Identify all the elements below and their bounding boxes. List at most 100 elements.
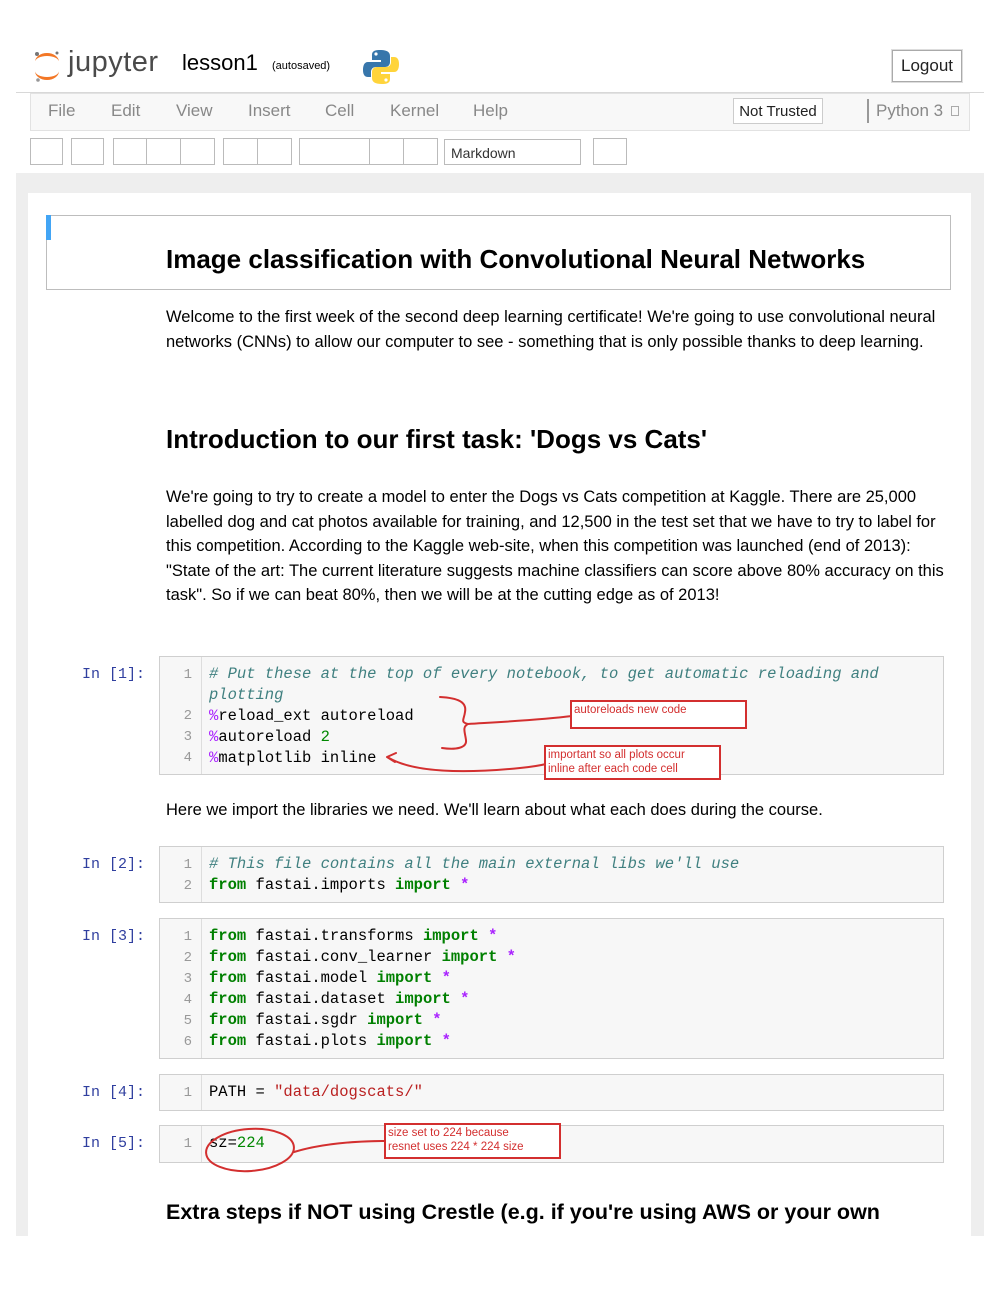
cell-3-prompt: In [3]: — [82, 928, 146, 945]
line-number: 1 — [183, 1085, 192, 1101]
logout-button[interactable]: Logout — [892, 50, 962, 82]
code-line: from fastai.conv_learner import * — [209, 948, 516, 966]
magic-prefix: % — [209, 749, 219, 767]
notebook-name[interactable]: lesson1 — [182, 50, 258, 76]
keyword: from — [209, 948, 247, 966]
code-number: 224 — [236, 1134, 265, 1152]
keyword: import — [367, 1011, 423, 1029]
jupyter-logo-icon[interactable] — [32, 49, 62, 83]
gutter-divider — [201, 847, 202, 902]
extra-steps-heading: Extra steps if NOT using Crestle (e.g. i… — [166, 1200, 880, 1224]
line-number: 1 — [183, 857, 192, 873]
code-line: from fastai.dataset import * — [209, 990, 469, 1008]
code-line: %matplotlib inline — [209, 749, 376, 767]
code-line: PATH = "data/dogscats/" — [209, 1083, 423, 1101]
keyword: from — [209, 927, 247, 945]
line-number: 2 — [183, 878, 192, 894]
jupyter-logo-text[interactable]: jupyter — [68, 46, 159, 79]
python-logo-icon — [363, 50, 399, 84]
keyword: import — [395, 876, 451, 894]
menu-help[interactable]: Help — [473, 101, 508, 121]
keyword: import — [441, 948, 498, 966]
kernel-status-indicator — [951, 106, 959, 116]
notebook-title: Image classification with Convolutional … — [166, 244, 866, 274]
kernel-name[interactable]: Python 3 — [876, 101, 943, 121]
menu-cell[interactable]: Cell — [325, 101, 354, 121]
annotation-size: size set to 224 because resnet uses 224 *… — [384, 1123, 561, 1159]
cell-1-prompt: In [1]: — [82, 666, 146, 683]
autosave-status: (autosaved) — [272, 60, 331, 72]
gutter-divider — [201, 919, 202, 1058]
copy-button[interactable] — [146, 138, 181, 165]
code-text: fastai.sgdr — [246, 1011, 368, 1029]
restart-button[interactable] — [403, 138, 438, 165]
code-line: from fastai.model import * — [209, 969, 451, 987]
code-comment: plotting — [209, 686, 284, 704]
line-number: 2 — [183, 950, 192, 966]
line-number: 3 — [183, 971, 192, 987]
menu-edit[interactable]: Edit — [111, 101, 140, 121]
code-text: matplotlib inline — [218, 749, 377, 767]
line-number: 5 — [183, 1013, 192, 1029]
operator: * — [450, 990, 470, 1008]
magic-prefix: % — [209, 728, 219, 746]
keyword: import — [422, 927, 479, 945]
keyword: from — [209, 990, 247, 1008]
menu-kernel[interactable]: Kernel — [390, 101, 439, 121]
cell-5-prompt: In [5]: — [82, 1135, 146, 1152]
code-text: sz= — [209, 1134, 237, 1152]
menu-view[interactable]: View — [176, 101, 213, 121]
line-number: 6 — [183, 1034, 192, 1050]
code-text: fastai.conv_learner — [246, 948, 442, 966]
code-text: fastai.imports — [246, 876, 396, 894]
not-trusted-button[interactable]: Not Trusted — [733, 98, 823, 124]
insert-cell-button[interactable] — [71, 138, 104, 165]
code-text: fastai.plots — [246, 1032, 377, 1050]
operator: * — [432, 969, 451, 987]
code-line: from fastai.transforms import * — [209, 927, 497, 945]
task-paragraph: We're going to try to create a model to … — [166, 488, 944, 605]
annotation-text: resnet uses 224 * 224 size — [388, 1141, 524, 1153]
cell-type-select[interactable]: Markdown — [444, 139, 581, 165]
code-text: fastai.model — [246, 969, 377, 987]
annotation-text: inline after each code cell — [548, 763, 678, 775]
move-up-button[interactable] — [223, 138, 258, 165]
paste-button[interactable] — [180, 138, 215, 165]
save-button[interactable] — [30, 138, 63, 165]
cut-button[interactable] — [113, 138, 147, 165]
menu-file[interactable]: File — [48, 101, 75, 121]
keyword: import — [376, 1032, 433, 1050]
code-line: from fastai.sgdr import * — [209, 1011, 442, 1029]
gutter-divider — [201, 1126, 202, 1162]
operator: * — [422, 1011, 442, 1029]
magic-prefix: % — [209, 707, 219, 725]
kernel-separator — [867, 99, 869, 123]
move-down-button[interactable] — [257, 138, 292, 165]
code-text: fastai.transforms — [246, 927, 423, 945]
keyword: from — [209, 876, 247, 894]
cell-4-prompt: In [4]: — [82, 1084, 146, 1101]
cell-2-prompt: In [2]: — [82, 856, 146, 873]
command-palette-button[interactable] — [593, 138, 627, 165]
cell-selection-marker — [46, 215, 51, 240]
line-number: 1 — [183, 929, 192, 945]
run-button[interactable] — [299, 138, 370, 165]
annotation-inline: important so all plots occur inline after… — [544, 745, 721, 780]
keyword: from — [209, 1032, 247, 1050]
line-number: 3 — [183, 729, 192, 745]
gutter-divider — [201, 1075, 202, 1110]
keyword: from — [209, 1011, 247, 1029]
code-line: from fastai.imports import * — [209, 876, 469, 894]
code-text: autoreload — [218, 728, 321, 746]
operator: * — [432, 1032, 451, 1050]
code-text: PATH = — [209, 1083, 275, 1101]
code-line: sz=224 — [209, 1134, 265, 1152]
keyword: from — [209, 969, 247, 987]
code-line: %reload_ext autoreload — [209, 707, 414, 725]
keyword: import — [395, 990, 451, 1008]
menu-insert[interactable]: Insert — [248, 101, 291, 121]
keyword: import — [376, 969, 433, 987]
interrupt-button[interactable] — [369, 138, 404, 165]
line-number: 1 — [183, 667, 192, 683]
code-line: %autoreload 2 — [209, 728, 330, 746]
